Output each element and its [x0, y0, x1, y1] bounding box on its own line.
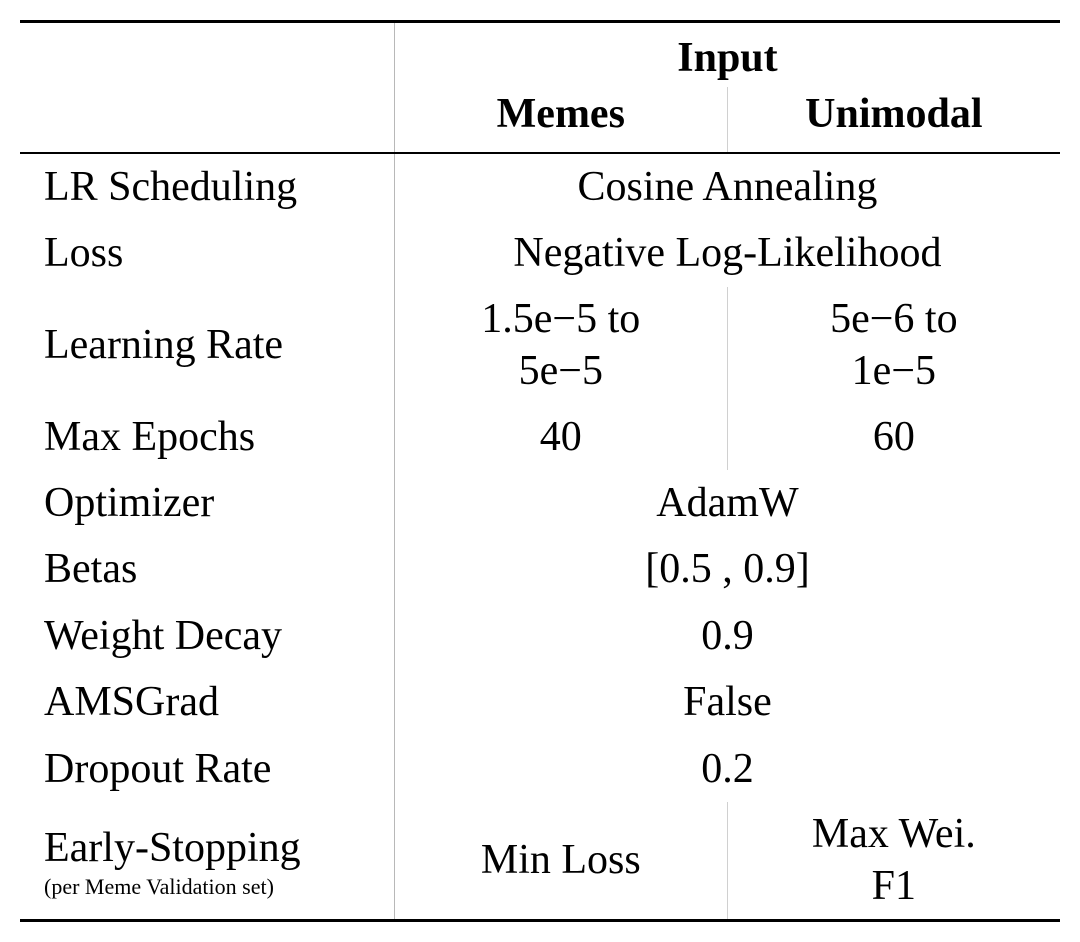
label-optimizer: Optimizer: [20, 470, 394, 536]
value-loss: Negative Log-Likelihood: [394, 220, 1060, 286]
header-row-1: Input: [20, 22, 1060, 88]
label-betas: Betas: [20, 536, 394, 602]
value-early-stopping-unimodal: Max Wei. F1: [727, 802, 1060, 921]
early-stopping-sub: (per Meme Validation set): [44, 875, 380, 899]
header-empty-2: [20, 87, 394, 152]
row-betas: Betas [0.5 , 0.9]: [20, 536, 1060, 602]
value-max-epochs-memes: 40: [394, 404, 727, 470]
lr-unimodal-line2: 1e−5: [852, 348, 936, 394]
row-loss: Loss Negative Log-Likelihood: [20, 220, 1060, 286]
label-loss: Loss: [20, 220, 394, 286]
label-amsgrad: AMSGrad: [20, 669, 394, 735]
value-learning-rate-memes: 1.5e−5 to 5e−5: [394, 287, 727, 404]
header-col-unimodal: Unimodal: [727, 87, 1060, 152]
lr-memes-line1: 1.5e−5 to: [481, 296, 640, 342]
label-dropout: Dropout Rate: [20, 736, 394, 802]
value-amsgrad: False: [394, 669, 1060, 735]
value-max-epochs-unimodal: 60: [727, 404, 1060, 470]
label-weight-decay: Weight Decay: [20, 603, 394, 669]
row-amsgrad: AMSGrad False: [20, 669, 1060, 735]
label-lr-scheduling: LR Scheduling: [20, 153, 394, 220]
header-row-2: Memes Unimodal: [20, 87, 1060, 152]
header-col-memes: Memes: [394, 87, 727, 152]
hyperparameter-table: Input Memes Unimodal LR Scheduling Cosin…: [20, 20, 1060, 922]
label-early-stopping: Early-Stopping (per Meme Validation set): [20, 802, 394, 921]
row-weight-decay: Weight Decay 0.9: [20, 603, 1060, 669]
value-early-stopping-memes: Min Loss: [394, 802, 727, 921]
header-empty: [20, 22, 394, 88]
row-max-epochs: Max Epochs 40 60: [20, 404, 1060, 470]
value-betas: [0.5 , 0.9]: [394, 536, 1060, 602]
row-learning-rate: Learning Rate 1.5e−5 to 5e−5 5e−6 to 1e−…: [20, 287, 1060, 404]
label-max-epochs: Max Epochs: [20, 404, 394, 470]
value-weight-decay: 0.9: [394, 603, 1060, 669]
es-unimodal-line2: F1: [872, 863, 916, 909]
value-optimizer: AdamW: [394, 470, 1060, 536]
lr-unimodal-line1: 5e−6 to: [830, 296, 958, 342]
row-dropout: Dropout Rate 0.2: [20, 736, 1060, 802]
table: Input Memes Unimodal LR Scheduling Cosin…: [20, 20, 1060, 922]
header-group: Input: [394, 22, 1060, 88]
row-optimizer: Optimizer AdamW: [20, 470, 1060, 536]
value-learning-rate-unimodal: 5e−6 to 1e−5: [727, 287, 1060, 404]
es-unimodal-line1: Max Wei.: [812, 811, 976, 857]
value-lr-scheduling: Cosine Annealing: [394, 153, 1060, 220]
label-learning-rate: Learning Rate: [20, 287, 394, 404]
row-lr-scheduling: LR Scheduling Cosine Annealing: [20, 153, 1060, 220]
lr-memes-line2: 5e−5: [519, 348, 603, 394]
value-dropout: 0.2: [394, 736, 1060, 802]
row-early-stopping: Early-Stopping (per Meme Validation set)…: [20, 802, 1060, 921]
early-stopping-main: Early-Stopping: [44, 822, 380, 875]
